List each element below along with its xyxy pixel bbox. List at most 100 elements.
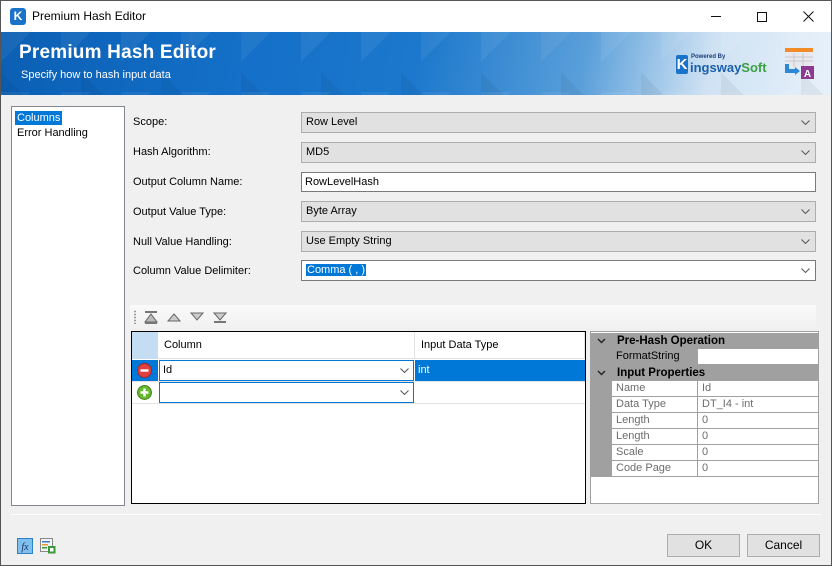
property-name: Scale [612, 445, 698, 460]
category-name: Pre-Hash Operation [617, 335, 725, 347]
chevron-down-icon [400, 383, 409, 395]
columns-grid: Column Input Data Type Id int [131, 331, 586, 504]
svg-text:fx: fx [21, 542, 29, 553]
nav-item-columns[interactable]: Columns [15, 111, 63, 125]
column-select-new-row[interactable] [159, 382, 414, 403]
logo-wordmark-a: ingsway [690, 60, 742, 75]
remove-row-icon[interactable] [137, 363, 152, 378]
category-name: Input Properties [617, 367, 706, 379]
collapse-caret-icon[interactable] [597, 365, 606, 376]
column-value-delimiter-label: Column Value Delimiter: [133, 265, 251, 277]
property-name: Name [612, 381, 698, 396]
property-grid: Pre-Hash Operation FormatString Input Pr… [590, 331, 819, 504]
column-order-toolbar [130, 305, 816, 330]
move-to-bottom-button[interactable] [212, 310, 228, 325]
chevron-down-icon [801, 113, 810, 125]
scope-dropdown[interactable]: Row Level [301, 112, 816, 133]
property-name: FormatString [612, 349, 698, 364]
chevron-down-icon [400, 361, 409, 373]
output-column-name-input[interactable]: RowLevelHash [301, 172, 816, 192]
input-data-type-cell: int [415, 360, 585, 381]
property-name: Length [612, 413, 698, 428]
ok-button[interactable]: OK [667, 534, 740, 557]
column-header[interactable]: Column [158, 332, 415, 359]
premium-hash-editor-window: K Premium Hash Editor Premium Hash Edito… [0, 0, 832, 566]
variables-icon[interactable] [40, 538, 56, 554]
hash-algorithm-value: MD5 [306, 146, 330, 158]
chevron-down-icon [801, 232, 810, 244]
hash-algorithm-dropdown[interactable]: MD5 [301, 142, 816, 163]
property-row-name[interactable]: Name Id [612, 381, 818, 397]
property-margin [591, 349, 612, 365]
window-title: Premium Hash Editor [32, 9, 147, 23]
column-value-delimiter-value: Comma ( , ) [306, 264, 367, 276]
footer-separator [11, 514, 821, 515]
property-value: 0 [699, 413, 818, 428]
cancel-button[interactable]: Cancel [747, 534, 820, 557]
toolbar-grip[interactable] [134, 310, 136, 324]
minimize-icon [711, 16, 721, 17]
property-value: 0 [699, 445, 818, 460]
property-value: 0 [699, 429, 818, 444]
output-column-name-label: Output Column Name: [133, 176, 243, 188]
column-select-value: Id [163, 364, 173, 376]
add-row-icon[interactable] [137, 385, 152, 400]
input-data-type-cell [415, 382, 585, 403]
column-select-row-1[interactable]: Id [159, 360, 414, 381]
title-bar: K Premium Hash Editor [1, 1, 831, 32]
property-row-code-page[interactable]: Code Page 0 [612, 461, 818, 477]
expression-fx-icon[interactable]: fx [17, 538, 33, 554]
null-value-handling-dropdown[interactable]: Use Empty String [301, 231, 816, 252]
move-to-top-button[interactable] [143, 310, 159, 325]
null-value-handling-value: Use Empty String [306, 235, 392, 247]
property-name: Length [612, 429, 698, 444]
hash-component-icon: A [785, 48, 814, 80]
output-value-type-dropdown[interactable]: Byte Array [301, 201, 816, 222]
property-row-scale[interactable]: Scale 0 [612, 445, 818, 461]
logo-k-mark: K [676, 55, 688, 74]
property-margin [591, 381, 612, 477]
category-input-properties[interactable]: Input Properties [591, 365, 818, 381]
maximize-icon [757, 11, 767, 22]
chevron-down-icon [801, 202, 810, 214]
grid-corner-header [132, 332, 158, 359]
move-up-button[interactable] [166, 310, 182, 325]
page-navigation-list: Columns Error Handling [11, 106, 125, 506]
svg-text:A: A [804, 69, 811, 80]
input-data-type-header[interactable]: Input Data Type [415, 332, 585, 359]
kingswaysoft-app-icon: K [10, 8, 26, 25]
logo-wordmark-b: Soft [741, 60, 767, 75]
close-icon [802, 11, 814, 22]
scope-label: Scope: [133, 116, 168, 128]
property-row-data-type[interactable]: Data Type DT_I4 - int [612, 397, 818, 413]
move-down-button[interactable] [189, 310, 205, 325]
maximize-button[interactable] [739, 1, 785, 32]
null-value-handling-label: Null Value Handling: [133, 236, 232, 248]
logo-wordmark: ingswaySoft [690, 60, 767, 75]
banner-subtitle: Specify how to hash input data [21, 69, 171, 81]
property-name: Data Type [612, 397, 698, 412]
chevron-down-icon [801, 143, 810, 155]
row-separator [132, 403, 585, 404]
nav-item-error-handling[interactable]: Error Handling [15, 126, 90, 140]
property-row-formatstring[interactable]: FormatString [612, 349, 818, 365]
output-value-type-label: Output Value Type: [133, 206, 227, 218]
banner-title: Premium Hash Editor [19, 42, 217, 63]
property-value: Id [699, 381, 818, 396]
collapse-caret-icon[interactable] [597, 333, 606, 344]
property-row-length[interactable]: Length 0 [612, 429, 818, 445]
property-row-length[interactable]: Length 0 [612, 413, 818, 429]
output-value-type-value: Byte Array [306, 205, 357, 217]
category-pre-hash-operation[interactable]: Pre-Hash Operation [591, 333, 818, 349]
property-value[interactable] [699, 349, 818, 364]
close-button[interactable] [785, 1, 831, 32]
column-value-delimiter-dropdown[interactable]: Comma ( , ) [301, 260, 816, 281]
chevron-down-icon [801, 261, 810, 273]
hash-algorithm-label: Hash Algorithm: [133, 146, 211, 158]
property-value: DT_I4 - int [699, 397, 818, 412]
minimize-button[interactable] [693, 1, 739, 32]
property-name: Code Page [612, 461, 698, 476]
header-banner: Premium Hash Editor Specify how to hash … [1, 32, 831, 95]
property-value: 0 [699, 461, 818, 476]
scope-value: Row Level [306, 116, 358, 128]
